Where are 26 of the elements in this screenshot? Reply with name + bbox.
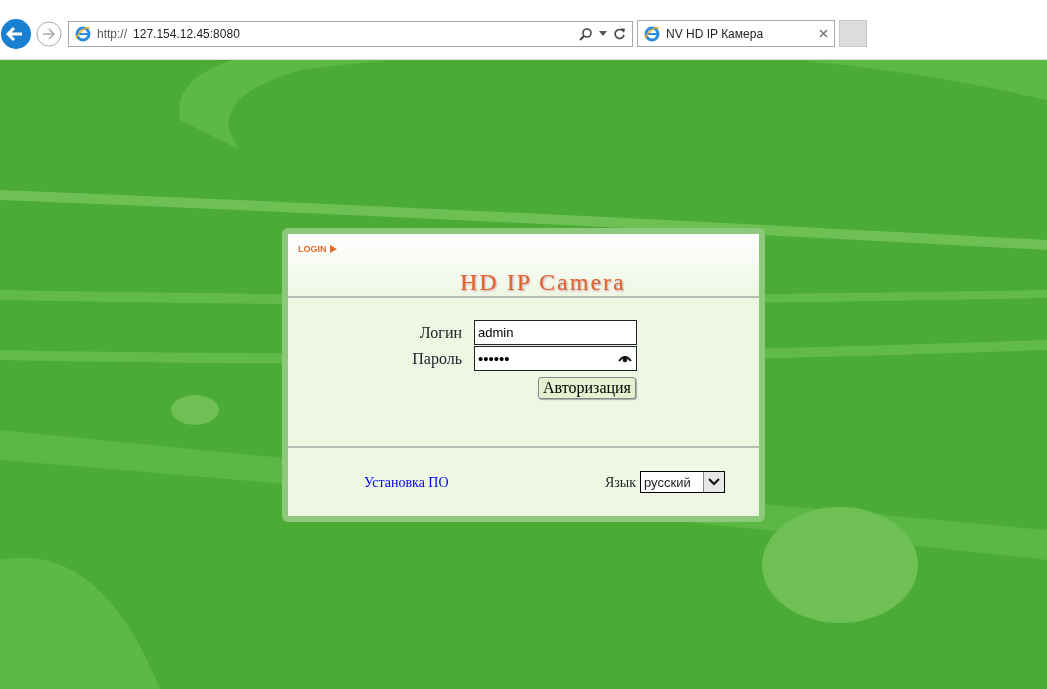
search-icon[interactable]: [579, 26, 593, 41]
language-label: Язык: [604, 473, 636, 492]
close-icon[interactable]: [819, 29, 828, 38]
login-field[interactable]: admin: [474, 320, 637, 345]
browser-logo-icon: [75, 25, 91, 42]
back-button[interactable]: [0, 17, 32, 50]
play-arrow-icon: [329, 245, 337, 253]
url-host: 127.154.12.45:8080: [133, 25, 240, 43]
panel-title: HD IP Camera: [460, 270, 626, 294]
url-scheme: http://: [97, 25, 128, 43]
browser-tab[interactable]: NV HD IP Камера: [637, 20, 835, 47]
bubble-shape: [171, 395, 219, 425]
field-label: Логин: [418, 322, 462, 343]
password-field[interactable]: ••••••: [474, 346, 637, 371]
login-button[interactable]: Авторизация: [538, 377, 636, 399]
refresh-icon[interactable]: [613, 27, 626, 40]
eye-icon[interactable]: [618, 355, 632, 363]
tab-title: NV HD IP Камера: [666, 25, 765, 43]
dropdown-icon[interactable]: [599, 30, 607, 37]
chevron-down-icon: [708, 478, 720, 486]
browser-logo-icon: [644, 25, 660, 42]
language-select[interactable]: русский: [640, 471, 725, 493]
login-tag: LOGIN: [298, 244, 327, 254]
field-label: Пароль: [411, 348, 462, 370]
address-bar[interactable]: http:// 127.154.12.45:8080: [68, 20, 633, 47]
install-link[interactable]: Установка ПО: [364, 471, 449, 493]
